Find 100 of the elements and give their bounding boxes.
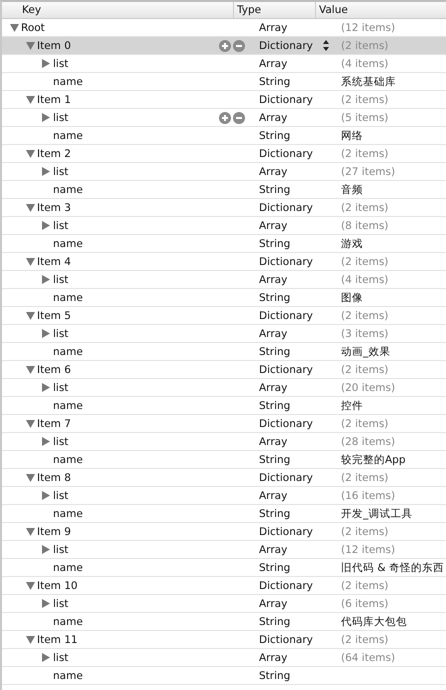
table-row[interactable]: name String 音频 <box>2 181 446 199</box>
table-row[interactable]: list Array (28 items) <box>2 433 446 451</box>
table-row[interactable]: Item 11 Dictionary (2 items) <box>2 631 446 649</box>
disclosure-triangle-icon[interactable] <box>26 95 36 104</box>
type-text: Array <box>259 166 288 178</box>
table-row[interactable]: name String 游戏 <box>2 235 446 253</box>
table-row[interactable]: name String 代码库大包包 <box>2 613 446 631</box>
table-row[interactable]: Item 7 Dictionary (2 items) <box>2 415 446 433</box>
type-text: Array <box>259 652 288 664</box>
key-text: list <box>53 166 68 178</box>
table-row[interactable]: Item 4 Dictionary (2 items) <box>2 253 446 271</box>
value-text: (8 items) <box>341 220 388 232</box>
disclosure-triangle-icon[interactable] <box>26 635 36 644</box>
disclosure-triangle-icon[interactable] <box>26 41 36 50</box>
key-text: name <box>53 508 83 520</box>
column-heading[interactable]: Key <box>2 2 233 18</box>
disclosure-triangle-icon[interactable] <box>26 149 36 158</box>
disclosure-triangle-icon[interactable] <box>26 581 36 590</box>
key-text: Item 8 <box>37 472 71 484</box>
disclosure-triangle-icon[interactable] <box>42 437 52 446</box>
disclosure-triangle-icon[interactable] <box>42 59 52 68</box>
table-row[interactable]: list Array (3 items) <box>2 325 446 343</box>
key-text: Item 6 <box>37 364 71 376</box>
value-text: (28 items) <box>341 436 396 448</box>
table-row[interactable]: name String 动画_效果 <box>2 343 446 361</box>
disclosure-triangle-icon[interactable] <box>42 491 52 500</box>
disclosure-triangle-icon[interactable] <box>10 23 20 32</box>
disclosure-triangle-icon[interactable] <box>26 473 36 482</box>
key-text: list <box>53 274 68 286</box>
column-heading[interactable]: Type <box>233 2 315 18</box>
disclosure-triangle-icon[interactable] <box>42 383 52 392</box>
value-text: 网络 <box>341 130 363 142</box>
remove-icon[interactable] <box>233 40 245 52</box>
disclosure-triangle-icon[interactable] <box>42 329 52 338</box>
table-row[interactable]: Item 8 Dictionary (2 items) <box>2 469 446 487</box>
add-icon[interactable] <box>219 40 231 52</box>
table-row[interactable]: list Array (4 items) <box>2 55 446 73</box>
table-row[interactable]: Item 10 Dictionary (2 items) <box>2 577 446 595</box>
type-text: Array <box>259 274 288 286</box>
table-row[interactable]: Item 6 Dictionary (2 items) <box>2 361 446 379</box>
value-text: (4 items) <box>341 58 388 70</box>
key-text: Item 7 <box>37 418 71 430</box>
disclosure-triangle-icon[interactable] <box>42 167 52 176</box>
table-row[interactable]: name String 控件 <box>2 397 446 415</box>
table-row[interactable]: list Array (27 items) <box>2 163 446 181</box>
table-row[interactable]: list Array (16 items) <box>2 487 446 505</box>
type-text: Dictionary <box>259 94 313 106</box>
disclosure-triangle-icon[interactable] <box>42 545 52 554</box>
value-text: (6 items) <box>341 598 388 610</box>
table-row[interactable]: list Array (64 items) <box>2 649 446 667</box>
disclosure-triangle-icon[interactable] <box>42 275 52 284</box>
table-row[interactable]: Item 2 Dictionary (2 items) <box>2 145 446 163</box>
value-text: (2 items) <box>341 364 388 376</box>
value-text: 音频 <box>341 184 363 196</box>
remove-icon[interactable] <box>233 112 245 124</box>
add-icon[interactable] <box>219 112 231 124</box>
table-row[interactable]: Item 1 Dictionary (2 items) <box>2 91 446 109</box>
disclosure-triangle-icon[interactable] <box>26 203 36 212</box>
key-text: Item 2 <box>37 148 71 160</box>
column-heading[interactable]: Value <box>315 2 446 18</box>
type-text: String <box>259 76 290 88</box>
disclosure-triangle-icon[interactable] <box>42 653 52 662</box>
table-row[interactable]: Item 5 Dictionary (2 items) <box>2 307 446 325</box>
key-text: list <box>53 598 68 610</box>
table-row[interactable]: name String 图像 <box>2 289 446 307</box>
type-text: Array <box>259 112 288 124</box>
table-row[interactable]: name String 旧代码 & 奇怪的东西 <box>2 559 446 577</box>
disclosure-triangle-icon[interactable] <box>42 599 52 608</box>
table-row[interactable]: list Array (4 items) <box>2 271 446 289</box>
key-text: Item 11 <box>37 634 78 646</box>
table-row[interactable]: list Array (12 items) <box>2 541 446 559</box>
disclosure-triangle-icon[interactable] <box>26 527 36 536</box>
table-row[interactable]: list Array (6 items) <box>2 595 446 613</box>
disclosure-triangle-icon[interactable] <box>26 257 36 266</box>
key-text: name <box>53 130 83 142</box>
key-text: list <box>53 490 68 502</box>
disclosure-triangle-icon[interactable] <box>26 419 36 428</box>
table-row[interactable]: Item 9 Dictionary (2 items) <box>2 523 446 541</box>
key-text: name <box>53 400 83 412</box>
type-text: String <box>259 292 290 304</box>
key-text: Item 10 <box>37 580 78 592</box>
key-text: list <box>53 382 68 394</box>
value-text: (16 items) <box>341 490 396 502</box>
disclosure-triangle-icon[interactable] <box>26 365 36 374</box>
type-text: Dictionary <box>259 364 313 376</box>
table-row[interactable]: list Array (8 items) <box>2 217 446 235</box>
table-row[interactable]: name String 较完整的App <box>2 451 446 469</box>
stepper-icon[interactable] <box>323 40 329 51</box>
table-row[interactable]: name String 网络 <box>2 127 446 145</box>
table-row[interactable]: Item 3 Dictionary (2 items) <box>2 199 446 217</box>
table-row[interactable]: list Array (5 items) <box>2 109 446 127</box>
disclosure-triangle-icon[interactable] <box>26 311 36 320</box>
table-row[interactable]: list Array (20 items) <box>2 379 446 397</box>
disclosure-triangle-icon[interactable] <box>42 113 52 122</box>
value-text: (4 items) <box>341 274 388 286</box>
table-row[interactable]: name String 开发_调试工具 <box>2 505 446 523</box>
table-row[interactable]: name String 系统基础库 <box>2 73 446 91</box>
disclosure-triangle-icon[interactable] <box>42 221 52 230</box>
table-row[interactable]: name String <box>2 667 446 685</box>
table-row[interactable]: Item 0 Dictionary (2 items) <box>2 37 446 55</box>
